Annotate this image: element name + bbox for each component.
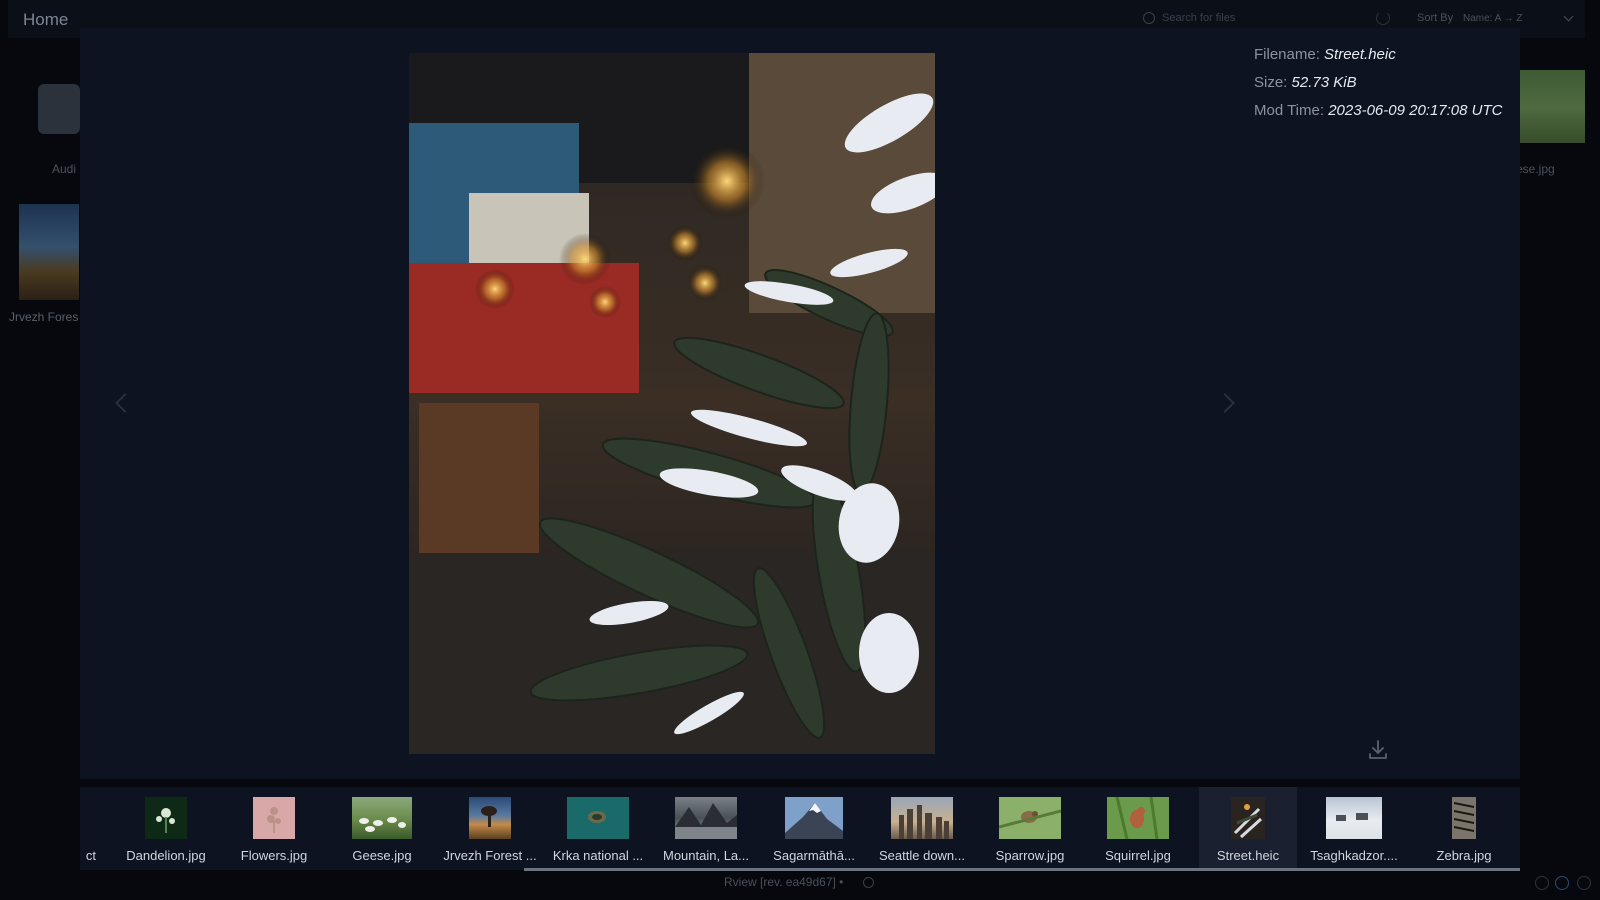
filmstrip-label: Dandelion.jpg — [126, 848, 206, 863]
filmstrip-item[interactable]: Flowers.jpg — [220, 787, 328, 870]
auto-theme-icon[interactable] — [1555, 876, 1569, 890]
filename-row: Filename: Street.heic — [1254, 46, 1396, 63]
thumbnail-image — [785, 797, 843, 839]
thumbnail-image — [1326, 797, 1382, 839]
filmstrip-item[interactable]: Sagarmāthā... — [760, 787, 868, 870]
page-title[interactable]: Home — [23, 10, 68, 30]
folder-label: Audi — [52, 162, 77, 176]
moon-icon[interactable] — [1577, 876, 1591, 890]
filmstrip-label: Sagarmāthā... — [773, 848, 855, 863]
refresh-icon[interactable] — [1376, 11, 1390, 25]
filmstrip-label: ct — [85, 848, 96, 863]
filmstrip-item-selected[interactable]: Street.heic — [1199, 787, 1297, 870]
filmstrip-label: Sparrow.jpg — [995, 848, 1065, 863]
footer-version: Rview [rev. ea49d67] • — [724, 875, 844, 889]
thumbnail-image — [469, 797, 511, 839]
filmstrip-label: Seattle down... — [879, 848, 965, 863]
file-thumbnail[interactable] — [19, 204, 79, 300]
filmstrip-item[interactable]: Tsaghkadzor.... — [1300, 787, 1408, 870]
filmstrip[interactable]: ct Dandelion.jpg Flowers.jpg Geese.jpg J… — [80, 787, 1520, 870]
size-label: Size: — [1254, 74, 1288, 91]
filmstrip-item[interactable]: Dandelion.jpg — [112, 787, 220, 870]
modtime-row: Mod Time: 2023-06-09 20:17:08 UTC — [1254, 102, 1502, 119]
filmstrip-item[interactable]: Squirrel.jpg — [1084, 787, 1192, 870]
sun-icon[interactable] — [1535, 876, 1549, 890]
filmstrip-item[interactable]: Mountain, La... — [652, 787, 760, 870]
thumbnail-image — [145, 797, 187, 839]
filmstrip-item[interactable]: Krka national ... — [544, 787, 652, 870]
thumbnail-image — [567, 797, 629, 839]
filmstrip-scrollbar[interactable] — [524, 868, 1520, 871]
download-icon[interactable] — [1366, 738, 1390, 762]
thumbnail-image — [998, 797, 1062, 839]
filmstrip-item[interactable]: Sparrow.jpg — [976, 787, 1084, 870]
filmstrip-label: Tsaghkadzor.... — [1310, 848, 1398, 863]
thumbnail-image — [1231, 797, 1265, 839]
filmstrip-item[interactable]: Jrvezh Forest ... — [436, 787, 544, 870]
thumbnail-image — [675, 797, 737, 839]
filmstrip-item[interactable]: Seattle down... — [868, 787, 976, 870]
search-icon — [1143, 12, 1155, 24]
search-input[interactable]: Search for files — [1162, 12, 1235, 24]
filmstrip-label: Mountain, La... — [663, 848, 749, 863]
filename-label: Filename: — [1254, 46, 1320, 63]
thumbnail-image — [1107, 796, 1169, 840]
main-image — [409, 53, 935, 754]
filmstrip-label: Flowers.jpg — [240, 848, 308, 863]
sort-label: Sort By — [1417, 12, 1454, 24]
filmstrip-label: Geese.jpg — [352, 848, 412, 863]
sort-select[interactable]: Name: A → Z — [1463, 13, 1522, 24]
filmstrip-label: Zebra.jpg — [1436, 848, 1492, 863]
bulb-icon — [863, 877, 874, 888]
folder-icon[interactable] — [38, 84, 80, 134]
size-value: 52.73 KiB — [1291, 74, 1357, 91]
thumbnail-image — [253, 797, 295, 839]
filmstrip-item[interactable]: Geese.jpg — [328, 787, 436, 870]
file-thumbnail[interactable] — [1520, 70, 1585, 143]
filename-value: Street.heic — [1324, 46, 1396, 63]
thumbnail-image — [891, 797, 953, 839]
size-row: Size: 52.73 KiB — [1254, 74, 1357, 91]
filmstrip-label: Jrvezh Forest ... — [443, 848, 537, 863]
filmstrip-label: Krka national ... — [552, 848, 644, 863]
filmstrip-label: Squirrel.jpg — [1105, 848, 1171, 863]
filmstrip-item[interactable]: Zebra.jpg — [1410, 787, 1518, 870]
file-label: Jrvezh Fores — [9, 310, 79, 324]
modtime-label: Mod Time: — [1254, 102, 1325, 119]
file-label: ese.jpg — [1516, 162, 1555, 176]
filmstrip-label: Street.heic — [1216, 848, 1280, 863]
thumbnail-image — [1452, 797, 1476, 839]
modtime-value: 2023-06-09 20:17:08 UTC — [1328, 102, 1503, 119]
thumbnail-image — [352, 797, 412, 839]
